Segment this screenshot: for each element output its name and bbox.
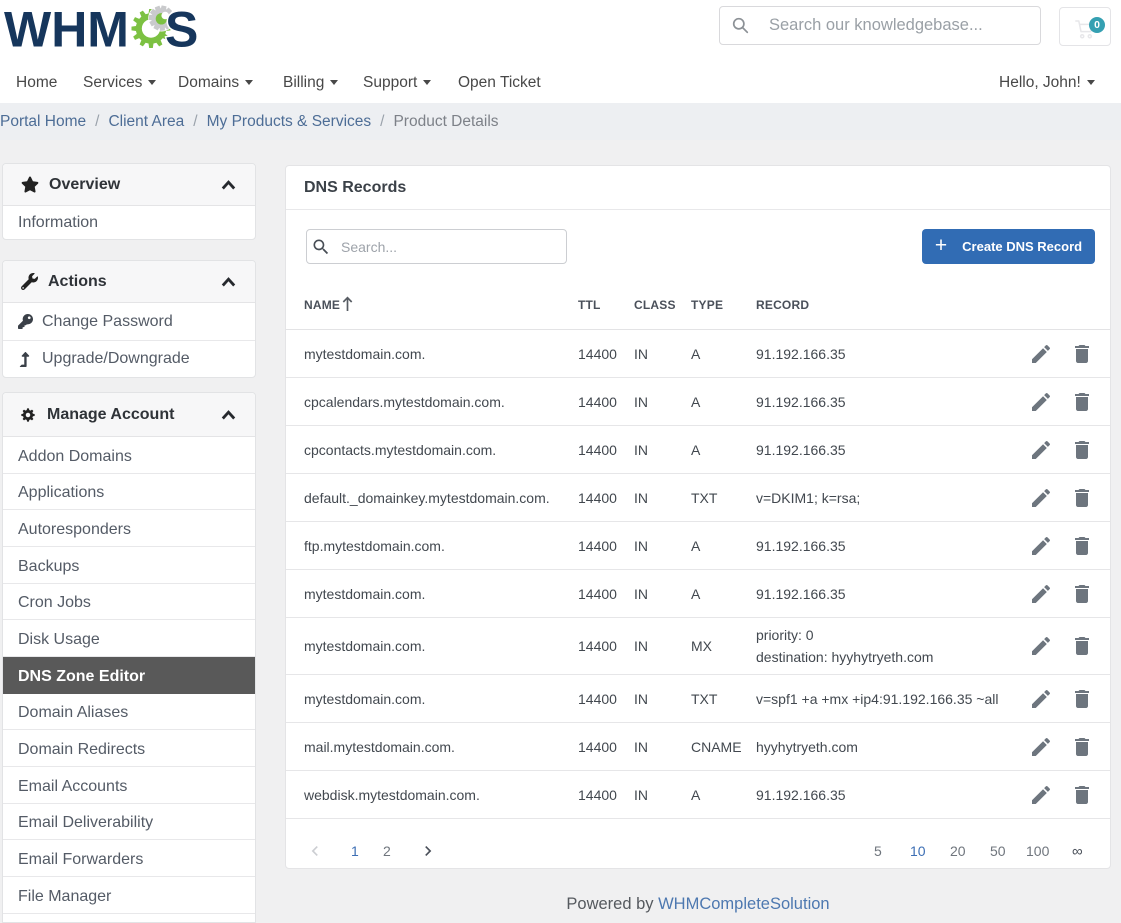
svg-text:WHM: WHM: [4, 1, 129, 53]
svg-text:S: S: [165, 1, 198, 53]
